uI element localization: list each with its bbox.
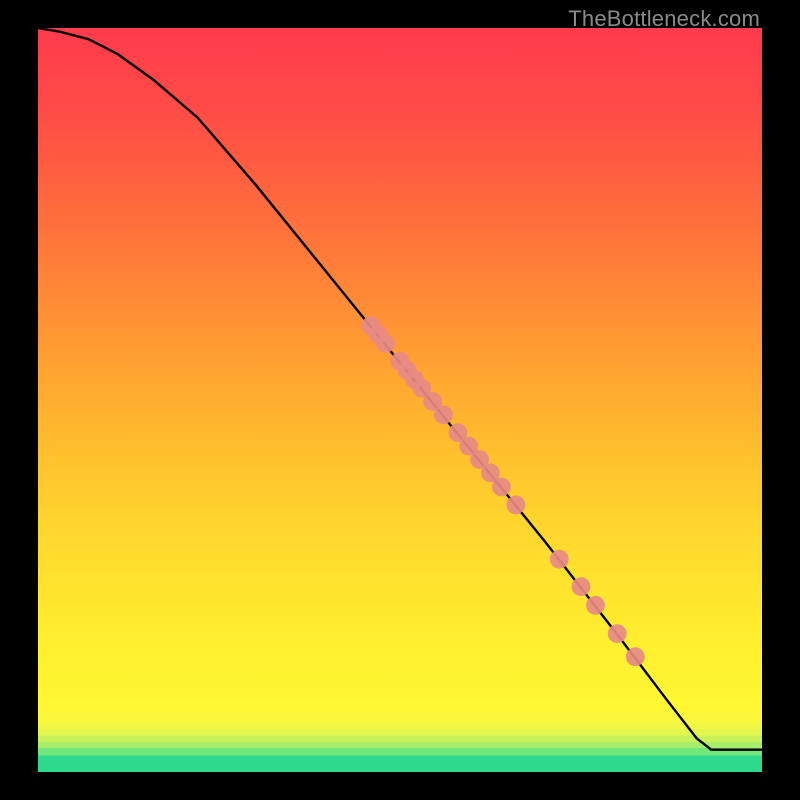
data-marker	[626, 647, 645, 666]
data-marker	[376, 334, 395, 353]
curve-line	[38, 28, 762, 750]
data-marker	[506, 496, 525, 515]
chart-svg	[38, 28, 762, 772]
plot-area	[38, 28, 762, 772]
data-marker	[608, 624, 627, 643]
data-marker	[572, 577, 591, 596]
chart-frame: TheBottleneck.com	[0, 0, 800, 800]
data-marker	[492, 478, 511, 497]
data-marker	[550, 550, 569, 569]
data-marker	[434, 406, 453, 425]
data-marker	[586, 596, 605, 615]
